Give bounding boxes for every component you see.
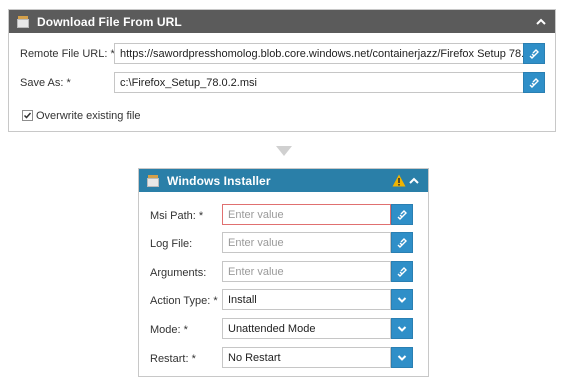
mode-select[interactable]: Unattended Mode bbox=[222, 318, 391, 339]
download-panel-title: Download File From URL bbox=[37, 14, 182, 29]
arguments-variable-button[interactable] bbox=[391, 261, 413, 282]
chevron-down-icon bbox=[397, 325, 407, 332]
log-file-label: Log File: bbox=[150, 238, 193, 250]
msi-path-variable-button[interactable] bbox=[391, 204, 413, 225]
save-as-variable-button[interactable] bbox=[523, 72, 545, 93]
restart-select[interactable]: No Restart bbox=[222, 347, 391, 368]
download-file-panel: Download File From URL Remote File URL: … bbox=[8, 9, 556, 132]
link-icon bbox=[397, 266, 407, 277]
download-panel-header[interactable]: Download File From URL bbox=[9, 10, 555, 33]
remote-url-variable-button[interactable] bbox=[523, 43, 545, 64]
flow-arrow-icon bbox=[276, 146, 292, 156]
installer-panel-title: Windows Installer bbox=[167, 173, 271, 188]
save-as-label: Save As: * bbox=[20, 77, 71, 89]
chevron-down-icon bbox=[397, 354, 407, 361]
arguments-input[interactable]: Enter value bbox=[222, 261, 391, 282]
restart-label: Restart: * bbox=[150, 353, 196, 365]
mode-dropdown-button[interactable] bbox=[391, 318, 413, 339]
chevron-up-icon[interactable] bbox=[535, 16, 547, 28]
overwrite-checkbox[interactable] bbox=[22, 110, 33, 121]
chevron-up-icon[interactable] bbox=[408, 175, 420, 187]
save-as-field[interactable]: c:\Firefox_Setup_78.0.2.msi bbox=[114, 72, 524, 93]
remote-url-label: Remote File URL: * bbox=[20, 48, 115, 60]
log-file-input[interactable]: Enter value bbox=[222, 232, 391, 253]
link-icon bbox=[529, 77, 539, 88]
msi-path-label: Msi Path: * bbox=[150, 210, 204, 222]
log-file-variable-button[interactable] bbox=[391, 232, 413, 253]
checkmark-icon bbox=[23, 112, 32, 119]
overwrite-label: Overwrite existing file bbox=[36, 110, 141, 122]
action-type-select[interactable]: Install bbox=[222, 289, 391, 310]
installer-panel-header[interactable]: Windows Installer bbox=[139, 169, 428, 192]
remote-url-field[interactable]: https://sawordpresshomolog.blob.core.win… bbox=[114, 43, 524, 64]
action-type-label: Action Type: * bbox=[150, 295, 218, 307]
link-icon bbox=[529, 48, 539, 59]
arguments-label: Arguments: bbox=[150, 267, 207, 279]
restart-dropdown-button[interactable] bbox=[391, 347, 413, 368]
msi-path-input[interactable]: Enter value bbox=[222, 204, 391, 225]
package-icon bbox=[17, 15, 31, 28]
warning-icon[interactable] bbox=[392, 174, 406, 187]
installer-icon bbox=[147, 174, 161, 187]
windows-installer-panel: Windows Installer Msi Path: * Enter valu… bbox=[138, 168, 429, 377]
chevron-down-icon bbox=[397, 296, 407, 303]
action-type-dropdown-button[interactable] bbox=[391, 289, 413, 310]
link-icon bbox=[397, 237, 407, 248]
link-icon bbox=[397, 209, 407, 220]
mode-label: Mode: * bbox=[150, 324, 188, 336]
